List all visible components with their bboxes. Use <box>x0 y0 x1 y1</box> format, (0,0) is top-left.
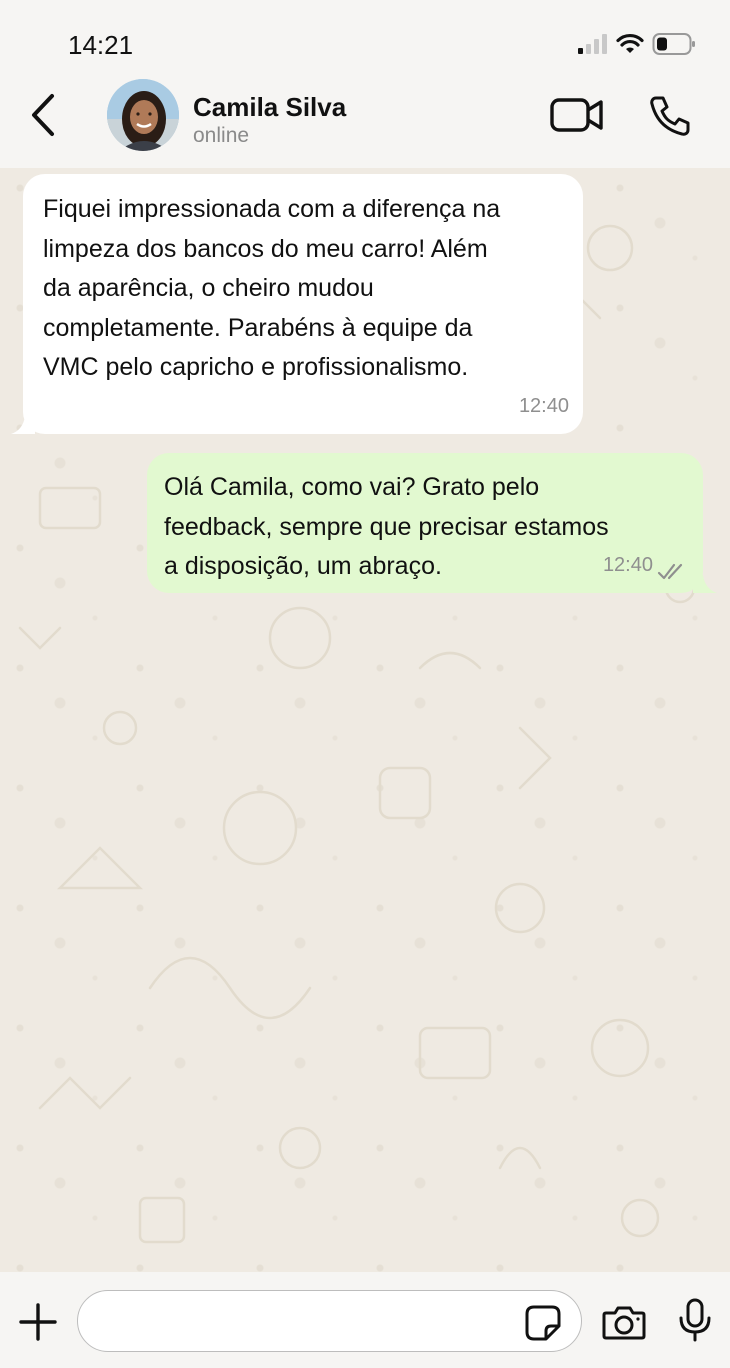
battery-icon <box>652 33 695 55</box>
attach-plus-button[interactable] <box>18 1302 58 1342</box>
voice-call-button[interactable] <box>648 94 692 138</box>
signal-icon <box>578 34 607 54</box>
avatar-photo <box>107 79 179 151</box>
status-bar: 14:21 <box>0 0 730 84</box>
message-time: 12:40 <box>602 553 653 576</box>
composer-bar <box>0 1272 730 1368</box>
message-time: 12:40 <box>518 394 569 417</box>
bubble-tail <box>693 575 717 593</box>
status-time: 14:21 <box>68 30 134 60</box>
chat-header: Camila Silva online <box>0 79 730 174</box>
message-text: Fiquei impressionada com a diferença na … <box>43 195 501 381</box>
contact-name[interactable]: Camila Silva <box>193 92 346 123</box>
message-bubble-incoming[interactable]: Fiquei impressionada com a diferença na … <box>11 174 583 434</box>
contact-status: online <box>193 124 250 147</box>
back-button[interactable] <box>26 92 62 138</box>
chat-area[interactable]: Fiquei impressionada com a diferença na … <box>0 168 730 1272</box>
camera-button[interactable] <box>602 1304 646 1340</box>
avatar[interactable] <box>107 79 179 151</box>
status-icons <box>578 32 696 56</box>
video-call-button[interactable] <box>550 96 604 134</box>
sticker-button[interactable] <box>524 1304 562 1342</box>
message-bubble-outgoing[interactable]: Olá Camila, como vai? Grato pelo feedbac… <box>147 453 717 593</box>
message-input[interactable] <box>77 1290 582 1352</box>
wifi-icon <box>616 33 644 53</box>
bubble-tail <box>11 416 35 434</box>
read-double-check-icon <box>657 563 683 580</box>
microphone-button[interactable] <box>677 1298 713 1342</box>
